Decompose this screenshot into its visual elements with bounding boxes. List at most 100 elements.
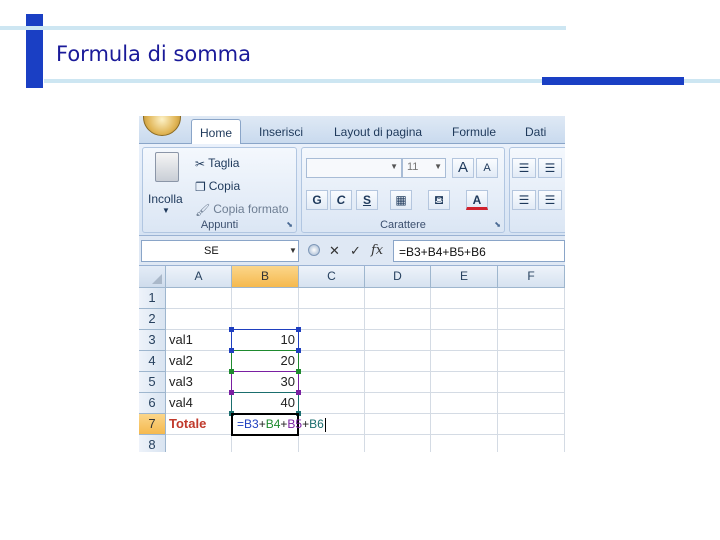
tab-inserisci[interactable]: Inserisci: [259, 125, 303, 139]
format-painter-button[interactable]: 🖌 Copia formato: [195, 202, 289, 217]
underline-button[interactable]: S: [356, 190, 378, 210]
grid-line: [166, 308, 565, 309]
fill-color-button[interactable]: ⛾: [428, 190, 450, 210]
reference-handle[interactable]: [229, 348, 234, 353]
font-size-combo[interactable]: 11 ▼: [402, 158, 446, 178]
grid-line: [564, 288, 565, 452]
row-header-6[interactable]: 6: [139, 393, 166, 414]
copy-button[interactable]: ❐ Copia: [195, 179, 240, 194]
align-left-button[interactable]: ☰: [512, 190, 536, 210]
grow-font-button[interactable]: A: [452, 158, 474, 178]
slide: Formula di somma Home Inserisci Layout d…: [0, 0, 720, 540]
insert-function-button[interactable]: fx: [371, 243, 383, 258]
align-middle-button[interactable]: ☰: [538, 158, 562, 178]
reference-handle[interactable]: [229, 390, 234, 395]
text-cursor: [324, 417, 326, 432]
tab-home[interactable]: Home: [191, 119, 242, 145]
reference-handle[interactable]: [229, 327, 234, 332]
scissors-icon: ✂: [195, 156, 206, 171]
column-header-f[interactable]: F: [498, 266, 565, 288]
name-box-dropdown-icon[interactable]: ▼: [289, 246, 297, 255]
copy-icon: ❐: [195, 179, 206, 194]
formula-bar-grip-icon: [308, 244, 320, 256]
cell-a6[interactable]: val4: [166, 393, 232, 414]
excel-screenshot: Home Inserisci Layout di pagina Formule …: [139, 116, 565, 452]
formula-ref-b6: B6: [309, 417, 324, 431]
row-header-2[interactable]: 2: [139, 309, 166, 330]
ribbon-body: Incolla ▼ ✂ Taglia ❐ Copia 🖌 Copia formato …: [139, 144, 565, 236]
column-header-c[interactable]: C: [299, 266, 365, 288]
align-center-button[interactable]: ☰: [538, 190, 562, 210]
cell-b7-formula[interactable]: =B3+B4+B5+B6: [234, 414, 344, 435]
font-name-combo[interactable]: ▼: [306, 158, 402, 178]
column-header-b[interactable]: B: [232, 266, 299, 288]
align-left-icon: ☰: [518, 193, 530, 207]
column-header-a[interactable]: A: [166, 266, 232, 288]
clipboard-launcher-icon[interactable]: ⬊: [286, 220, 293, 229]
cell-a7[interactable]: Totale: [166, 414, 232, 435]
enter-formula-button[interactable]: ✓: [350, 243, 361, 259]
align-middle-icon: ☰: [544, 161, 556, 175]
column-header-d[interactable]: D: [365, 266, 431, 288]
reference-handle[interactable]: [296, 348, 301, 353]
grid-line: [430, 288, 431, 452]
font-launcher-icon[interactable]: ⬊: [494, 220, 501, 229]
grid-line: [364, 288, 365, 452]
row-header-4[interactable]: 4: [139, 351, 166, 372]
tab-formule[interactable]: Formule: [452, 125, 496, 139]
align-top-button[interactable]: ☰: [512, 158, 536, 178]
row-header-1[interactable]: 1: [139, 288, 166, 309]
formula-ref-b4: B4: [265, 417, 281, 431]
align-top-icon: ☰: [518, 161, 530, 175]
select-all-button[interactable]: [139, 266, 166, 288]
paste-icon[interactable]: [155, 152, 179, 182]
office-button-icon[interactable]: [143, 116, 181, 136]
brush-icon: 🖌: [195, 202, 211, 217]
tab-dati[interactable]: Dati: [525, 125, 546, 139]
formula-ref-b5: B5: [287, 417, 303, 431]
clipboard-group: Incolla ▼ ✂ Taglia ❐ Copia 🖌 Copia formato …: [142, 147, 297, 233]
bold-button[interactable]: G: [306, 190, 328, 210]
chevron-down-icon: ▼: [390, 162, 398, 171]
top-rule: [0, 26, 566, 30]
reference-handle[interactable]: [296, 390, 301, 395]
worksheet-grid[interactable]: A B C D E F 1 2 3 4 5 6 7 8 val1 10 val2…: [139, 266, 565, 452]
reference-handle[interactable]: [296, 369, 301, 374]
select-all-icon: [152, 274, 162, 284]
format-painter-label: Copia formato: [213, 202, 289, 216]
cell-a5[interactable]: val3: [166, 372, 232, 393]
borders-icon: ▦: [395, 193, 407, 207]
row-header-8[interactable]: 8: [139, 435, 166, 452]
bottom-accent-bar: [542, 77, 684, 85]
reference-handle[interactable]: [229, 369, 234, 374]
copy-label: Copia: [208, 179, 241, 193]
tab-layout-di-pagina[interactable]: Layout di pagina: [334, 125, 422, 139]
formula-ref-b3: =B3: [237, 417, 259, 431]
name-box[interactable]: SE: [141, 240, 299, 262]
font-color-button[interactable]: A: [466, 190, 488, 210]
paste-dropdown-icon[interactable]: ▼: [162, 206, 170, 215]
alignment-group: ☰ ☰ ☰ ☰: [509, 147, 565, 233]
align-center-icon: ☰: [544, 193, 556, 207]
font-group: ▼ 11 ▼ A A G C S ▦ ⛾ A Carattere ⬊: [301, 147, 505, 233]
reference-box-b3: [231, 329, 299, 351]
font-group-label: Carattere: [380, 219, 426, 231]
slide-title: Formula di somma: [56, 42, 251, 66]
italic-button[interactable]: C: [330, 190, 352, 210]
formula-input[interactable]: =B3+B4+B5+B6: [393, 240, 565, 262]
cancel-formula-button[interactable]: ✕: [329, 243, 340, 259]
row-header-5[interactable]: 5: [139, 372, 166, 393]
row-header-3[interactable]: 3: [139, 330, 166, 351]
cell-a3[interactable]: val1: [166, 330, 232, 351]
reference-handle[interactable]: [296, 327, 301, 332]
paste-button[interactable]: Incolla: [148, 192, 183, 206]
ribbon-tab-bar: Home Inserisci Layout di pagina Formule …: [139, 116, 565, 145]
reference-box-b5: [231, 371, 299, 393]
cut-button[interactable]: ✂ Taglia: [195, 156, 239, 171]
column-header-e[interactable]: E: [431, 266, 498, 288]
row-header-7[interactable]: 7: [139, 414, 166, 435]
cell-a4[interactable]: val2: [166, 351, 232, 372]
clipboard-group-label: Appunti: [200, 219, 239, 231]
borders-button[interactable]: ▦: [390, 190, 412, 210]
shrink-font-button[interactable]: A: [476, 158, 498, 178]
